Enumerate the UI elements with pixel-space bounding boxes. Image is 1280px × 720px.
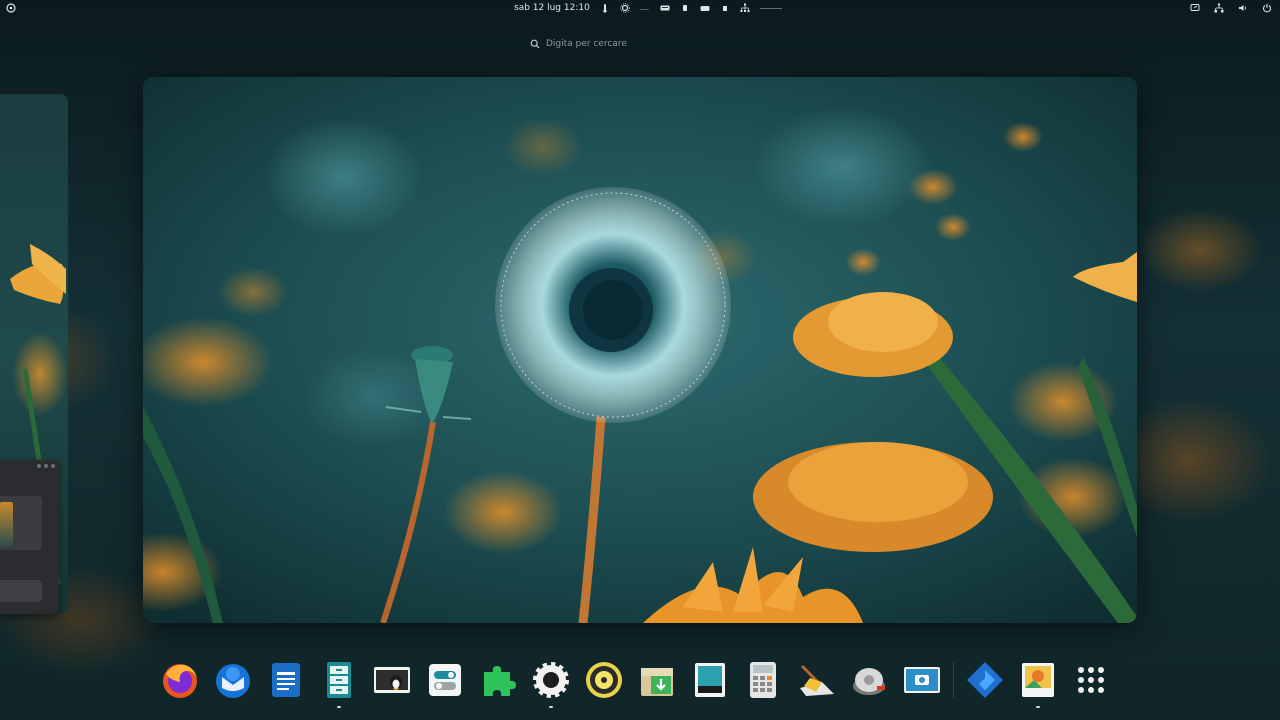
keyboard-icon[interactable]: [660, 3, 670, 13]
dock-writer[interactable]: [264, 658, 308, 702]
volume-icon[interactable]: [1238, 3, 1248, 13]
window-toolbar: [0, 580, 42, 602]
calculator-icon: [750, 662, 776, 698]
image-viewer-icon: [1022, 663, 1054, 697]
image-thumbnail: [0, 502, 13, 546]
app-grid-icon: [1078, 667, 1104, 693]
sun-icon[interactable]: [620, 3, 630, 13]
search-icon: [530, 39, 540, 49]
dock-settings[interactable]: [529, 658, 573, 708]
speaker-icon: [586, 662, 622, 698]
dock-audio[interactable]: [582, 658, 626, 702]
dock-software[interactable]: [635, 658, 679, 702]
dock-firefox[interactable]: [158, 658, 202, 702]
running-indicator: [1036, 706, 1040, 708]
thunderbird-icon: [216, 664, 250, 698]
dock-file-cabinet[interactable]: [317, 658, 361, 708]
usb-icon[interactable]: [680, 3, 690, 13]
wallpaper-dandelion: [143, 77, 1137, 623]
dock-thunderbird[interactable]: [211, 658, 255, 702]
battery-small-icon[interactable]: [720, 3, 730, 13]
dock-app-grid[interactable]: [1069, 658, 1113, 702]
power-icon[interactable]: [1262, 3, 1272, 13]
dock-extensions[interactable]: [476, 658, 520, 702]
activities-icon[interactable]: [6, 3, 16, 13]
workspace-thumbnail-current[interactable]: [143, 77, 1137, 623]
search-bar[interactable]: [530, 36, 750, 52]
screen-share-icon[interactable]: [1190, 3, 1200, 13]
camera-screenshot-icon: [904, 667, 940, 693]
drive-icon[interactable]: [700, 3, 710, 13]
running-indicator: [549, 706, 553, 708]
running-indicator: [337, 706, 341, 708]
broom-cleaner-icon: [800, 664, 834, 696]
tux-terminal-icon: [374, 667, 410, 693]
top-bar: sab 12 lug 12:10: [0, 0, 1280, 16]
dock-cleaner[interactable]: [794, 658, 838, 702]
disk-utility-icon: [853, 668, 885, 695]
document-writer-icon: [272, 663, 300, 697]
kodi-icon: [967, 662, 1003, 698]
dock-screenshot[interactable]: [900, 658, 944, 702]
dock-terminal[interactable]: [370, 658, 414, 702]
dock-image-viewer[interactable]: [1016, 658, 1060, 708]
network-icon[interactable]: [1214, 3, 1224, 13]
battery-icon[interactable]: [640, 3, 650, 13]
network-tree-icon[interactable]: [740, 3, 750, 13]
window-thumbnail[interactable]: [0, 460, 59, 614]
search-input[interactable]: [546, 39, 726, 49]
dock-calculator[interactable]: [741, 658, 785, 702]
gear-icon: [533, 662, 569, 698]
dock-toggles[interactable]: [423, 658, 467, 702]
firefox-icon: [163, 664, 197, 698]
display-icon: [695, 663, 725, 697]
toggle-settings-icon: [429, 664, 461, 696]
dock-separator: [953, 662, 954, 698]
dock-disk-utility[interactable]: [847, 658, 891, 702]
puzzle-extensions-icon: [484, 666, 516, 696]
topbar-separator: [759, 7, 782, 9]
thermometer-icon[interactable]: [600, 3, 610, 13]
clock[interactable]: sab 12 lug 12:10: [514, 3, 590, 13]
dock-kodi[interactable]: [963, 658, 1007, 702]
dock: [158, 654, 1113, 708]
software-install-icon: [641, 668, 673, 696]
window-controls: [37, 464, 55, 468]
dock-display[interactable]: [688, 658, 732, 702]
file-cabinet-icon: [327, 662, 351, 698]
